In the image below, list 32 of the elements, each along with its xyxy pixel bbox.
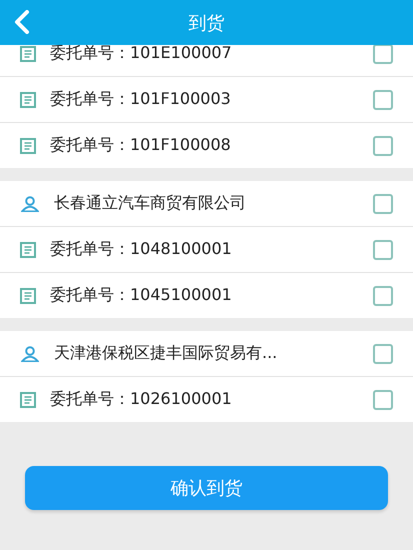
order-number: 委托单号：1048100001 (50, 239, 233, 260)
order-number: 委托单号：101F100008 (50, 135, 232, 156)
order-row[interactable]: 委托单号：1026100001 (0, 377, 413, 422)
order-row[interactable]: 委托单号：101F100003 (0, 77, 413, 123)
checkbox[interactable] (373, 390, 393, 410)
order-row[interactable]: 委托单号：101F100008 (0, 123, 413, 168)
page-title: 到货 (188, 12, 224, 34)
person-icon (20, 196, 40, 212)
customer-row[interactable]: 长春通立汽车商贸有限公司 (0, 181, 413, 227)
checkbox[interactable] (373, 136, 393, 156)
checkbox[interactable] (373, 286, 393, 306)
checkbox[interactable] (373, 45, 393, 64)
document-icon (20, 92, 36, 108)
order-number: 委托单号：1045100001 (50, 285, 233, 306)
checkbox[interactable] (373, 90, 393, 110)
checkbox[interactable] (373, 240, 393, 260)
customer-name: 长春通立汽车商贸有限公司 (54, 193, 247, 214)
document-icon (20, 46, 36, 62)
customer-name: 天津港保税区捷丰国际贸易有... (54, 343, 278, 364)
document-icon (20, 392, 36, 408)
customer-row[interactable]: 天津港保税区捷丰国际贸易有... (0, 331, 413, 377)
checkbox[interactable] (373, 194, 393, 214)
checkbox[interactable] (373, 344, 393, 364)
document-icon (20, 242, 36, 258)
document-icon (20, 288, 36, 304)
order-number: 委托单号：101F100003 (50, 89, 232, 110)
order-row[interactable]: 委托单号：1045100001 (0, 273, 413, 318)
order-row[interactable]: 委托单号：1048100001 (0, 227, 413, 273)
back-icon[interactable] (14, 10, 30, 34)
document-icon (20, 138, 36, 154)
order-number: 委托单号：1026100001 (50, 389, 233, 410)
person-icon (20, 346, 40, 362)
